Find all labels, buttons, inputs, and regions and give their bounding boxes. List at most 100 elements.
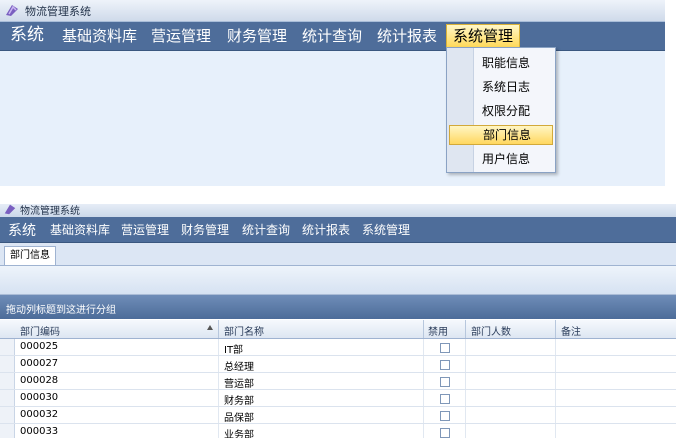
table-row[interactable]: 000025 IT部 — [0, 339, 676, 356]
table-row[interactable]: 000032 品保部 — [0, 407, 676, 424]
cell-divider — [465, 339, 466, 355]
group-by-panel[interactable]: 拖动列标题到这进行分组 — [0, 295, 676, 319]
row-indicator[interactable] — [0, 407, 15, 423]
cell-divider — [218, 339, 219, 355]
cell-name: 业务部 — [224, 430, 254, 438]
cell-divider — [423, 407, 424, 423]
cell-divider — [555, 356, 556, 372]
cell-divider — [465, 356, 466, 372]
cell-divider — [218, 373, 219, 389]
row-indicator[interactable] — [0, 356, 15, 372]
table-row[interactable]: 000033 业务部 — [0, 424, 676, 438]
cell-divider — [555, 390, 556, 406]
cell-divider — [218, 424, 219, 438]
bottom-window: 物流管理系统 系统 基础资料库 营运管理 财务管理 统计查询 统计报表 系统管理… — [0, 204, 676, 438]
cell-name: 品保部 — [224, 413, 254, 424]
menu-item-basic-data[interactable]: 基础资料库 — [62, 26, 137, 46]
app-logo-icon — [4, 204, 16, 215]
main-menu-bar: 系统 基础资料库 营运管理 财务管理 统计查询 统计报表 系统管理 — [0, 22, 665, 51]
menu-item-system-admin[interactable]: 系统管理 — [446, 24, 521, 48]
column-separator[interactable] — [218, 320, 219, 338]
dropdown-item-system-log[interactable]: 系统日志 — [449, 77, 551, 97]
column-header-notes[interactable]: 备注 — [561, 323, 581, 338]
column-header-code[interactable]: 部门编码 — [20, 323, 60, 338]
app-logo-icon — [6, 5, 18, 16]
cell-divider — [465, 390, 466, 406]
cell-divider — [218, 390, 219, 406]
table-row[interactable]: 000028 营运部 — [0, 373, 676, 390]
workspace-area — [0, 51, 665, 186]
cell-divider — [465, 424, 466, 438]
cell-code: 000032 — [20, 409, 59, 420]
menu-item-operations[interactable]: 营运管理 — [121, 221, 169, 238]
cell-code: 000028 — [20, 375, 59, 386]
grid-header: 部门编码 部门名称 禁用 部门人数 备注 — [0, 320, 676, 339]
column-separator[interactable] — [423, 320, 424, 338]
cell-divider — [555, 424, 556, 438]
row-indicator[interactable] — [0, 339, 15, 355]
dropdown-item-user-info[interactable]: 用户信息 — [449, 149, 551, 169]
cell-code: 000025 — [20, 341, 59, 352]
dropdown-item-permissions[interactable]: 权限分配 — [449, 101, 551, 121]
dropdown-item-role-info[interactable]: 职能信息 — [449, 53, 551, 73]
document-tab-strip: 部门信息 — [0, 243, 676, 266]
title-bar-2: 物流管理系统 — [0, 204, 676, 217]
cell-name: 总经理 — [224, 362, 254, 373]
cell-divider — [423, 356, 424, 372]
cell-divider — [423, 339, 424, 355]
title-bar: 物流管理系统 — [0, 0, 665, 22]
menu-item-basic-data[interactable]: 基础资料库 — [50, 221, 110, 238]
top-window: 物流管理系统 系统 基础资料库 营运管理 财务管理 统计查询 统计报表 系统管理… — [0, 0, 665, 186]
menu-item-system[interactable]: 系统 — [10, 25, 44, 45]
column-separator[interactable] — [555, 320, 556, 338]
cell-divider — [423, 424, 424, 438]
toolbar-area — [0, 266, 676, 295]
disabled-checkbox[interactable] — [440, 428, 450, 438]
row-indicator[interactable] — [0, 424, 15, 438]
menu-item-stats-query[interactable]: 统计查询 — [242, 221, 290, 238]
table-row[interactable]: 000030 财务部 — [0, 390, 676, 407]
cell-divider — [555, 407, 556, 423]
menu-item-system[interactable]: 系统 — [8, 220, 36, 240]
system-admin-dropdown: 职能信息 系统日志 权限分配 部门信息 用户信息 — [446, 47, 556, 173]
disabled-checkbox[interactable] — [440, 411, 450, 421]
row-indicator[interactable] — [0, 373, 15, 389]
sort-ascending-icon — [207, 325, 213, 330]
cell-code: 000030 — [20, 392, 59, 403]
menu-item-stats-query[interactable]: 统计查询 — [302, 26, 362, 46]
cell-code: 000033 — [20, 426, 59, 437]
cell-divider — [555, 339, 556, 355]
disabled-checkbox[interactable] — [440, 377, 450, 387]
menu-item-finance[interactable]: 财务管理 — [227, 26, 287, 46]
cell-divider — [218, 407, 219, 423]
cell-name: IT部 — [224, 345, 244, 356]
main-menu-bar-2: 系统 基础资料库 营运管理 财务管理 统计查询 统计报表 系统管理 — [0, 217, 676, 243]
group-by-hint: 拖动列标题到这进行分组 — [6, 305, 116, 316]
cell-name: 财务部 — [224, 396, 254, 407]
column-separator[interactable] — [465, 320, 466, 338]
cell-divider — [465, 407, 466, 423]
column-header-name[interactable]: 部门名称 — [224, 323, 264, 338]
tab-department-info[interactable]: 部门信息 — [4, 246, 56, 265]
disabled-checkbox[interactable] — [440, 343, 450, 353]
window-title: 物流管理系统 — [25, 5, 91, 18]
column-header-disabled[interactable]: 禁用 — [428, 323, 448, 338]
column-header-headcount[interactable]: 部门人数 — [471, 323, 511, 338]
menu-item-system-admin[interactable]: 系统管理 — [362, 221, 410, 238]
cell-divider — [423, 373, 424, 389]
menu-item-operations[interactable]: 营运管理 — [151, 26, 211, 46]
cell-code: 000027 — [20, 358, 59, 369]
menu-item-stats-report[interactable]: 统计报表 — [377, 26, 437, 46]
menu-item-finance[interactable]: 财务管理 — [181, 221, 229, 238]
disabled-checkbox[interactable] — [440, 394, 450, 404]
cell-name: 营运部 — [224, 379, 254, 390]
dropdown-item-department-info[interactable]: 部门信息 — [449, 125, 553, 145]
window-title-2: 物流管理系统 — [20, 206, 80, 217]
row-indicator[interactable] — [0, 390, 15, 406]
cell-divider — [423, 390, 424, 406]
disabled-checkbox[interactable] — [440, 360, 450, 370]
cell-divider — [465, 373, 466, 389]
table-row[interactable]: 000027 总经理 — [0, 356, 676, 373]
menu-item-stats-report[interactable]: 统计报表 — [302, 221, 350, 238]
cell-divider — [218, 356, 219, 372]
